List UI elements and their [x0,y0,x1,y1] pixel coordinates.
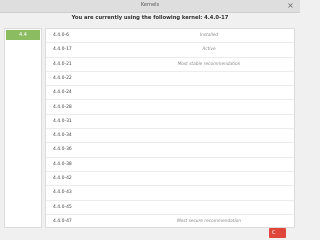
kernel-version: 4.4.0-6 [53,33,69,38]
kernel-version: 4.4.0-47 [53,218,72,224]
kernel-row[interactable]: 4.4.0-31 [46,115,294,130]
kernel-version: 4.4.0-43 [53,190,72,196]
kernel-row[interactable]: 4.4.0-38 [46,158,294,172]
kernel-row[interactable]: 4.4.0-24 [46,86,294,101]
kernel-status: Active [202,47,216,53]
kernel-version: 4.4.0-24 [53,90,72,96]
kernel-row[interactable]: 4.4.0-43 [46,186,294,201]
kernel-version: 4.4.0-22 [53,75,72,81]
current-kernel-heading: You are currently using the following ke… [71,15,229,21]
kernel-row[interactable]: 4.4.0-45 [46,201,294,215]
kernel-row[interactable]: 4.4.0-42 [46,172,294,187]
kernel-version: 4.4.0-17 [53,47,72,53]
kernel-status: Most stable recommendation [177,61,241,67]
kernel-row[interactable]: 4.4.0-34 [46,129,294,144]
close-icon[interactable]: × [286,1,295,10]
title-bar: Kernels × [0,0,300,13]
kernel-status: Installed [199,33,219,38]
kernel-row[interactable]: 4.4.0-22 [46,72,294,87]
sidebar-item-4-4[interactable]: 4.4 [6,30,40,40]
kernel-version: 4.4.0-38 [53,161,72,167]
kernel-row[interactable]: 4.4.0-17 Active [46,43,294,58]
kernel-version: 4.4.0-36 [53,147,72,153]
kernel-version: 4.4.0-21 [53,61,72,67]
kernel-version: 4.4.0-42 [53,176,72,181]
kernel-list: 4.4.0-6 Installed 4.4.0-17 Active 4.4.0-… [45,28,295,228]
kernel-series-sidebar: 4.4 [4,28,42,228]
kernel-version: 4.4.0-45 [53,204,72,210]
kernel-status: Most secure recommendation [176,218,242,224]
kernel-version: 4.4.0-31 [53,118,72,124]
kernel-version: 4.4.0-28 [53,104,72,110]
kernel-version: 4.4.0-34 [53,133,72,139]
kernel-row[interactable]: 4.4.0-28 [46,101,294,115]
kernel-row[interactable]: 4.4.0-6 Installed [46,29,294,44]
window-title: Kernels [140,2,160,8]
close-button[interactable]: C [269,228,286,238]
kernel-row[interactable]: 4.4.0-47 Most secure recommendation [46,215,294,227]
kernel-row[interactable]: 4.4.0-21 Most stable recommendation [46,58,294,72]
kernel-row[interactable]: 4.4.0-36 [46,143,294,158]
